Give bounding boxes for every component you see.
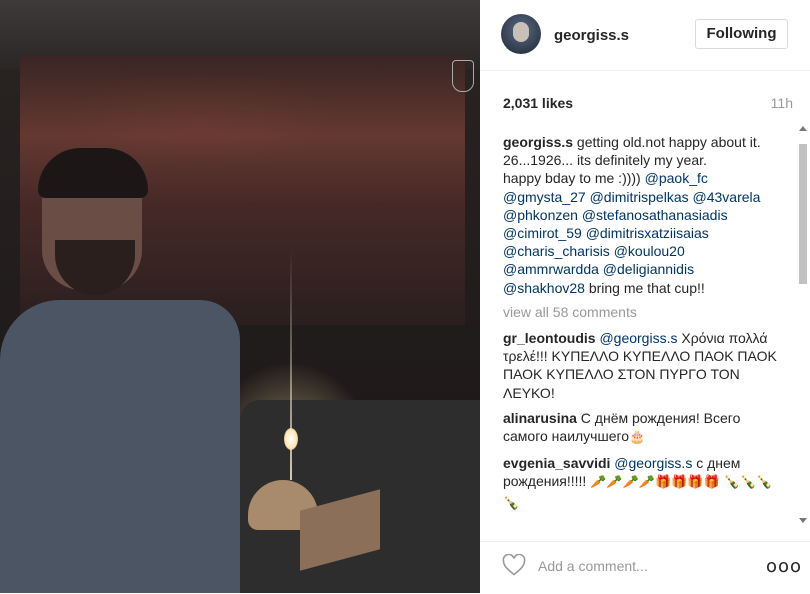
- mention-link[interactable]: @ammrwardda: [503, 261, 599, 277]
- candle-flame-icon: [284, 428, 298, 450]
- mention-link[interactable]: @deligiannidis: [603, 261, 694, 277]
- mention-link[interactable]: @phkonzen: [503, 207, 578, 223]
- view-all-comments-link[interactable]: view all 58 comments: [503, 303, 778, 321]
- avatar[interactable]: [501, 14, 541, 54]
- heart-icon[interactable]: [502, 554, 526, 576]
- mention-link[interactable]: @dimitrisxatziisaias: [586, 225, 709, 241]
- more-icon[interactable]: ooo: [766, 556, 802, 577]
- mention-link[interactable]: @shakhov28: [503, 280, 585, 296]
- mention-link[interactable]: @georgiss.s: [614, 455, 692, 471]
- mention-link[interactable]: @cimirot_59: [503, 225, 582, 241]
- mention-link[interactable]: @stefanosathanasiadis: [582, 207, 728, 223]
- comment-username[interactable]: gr_leontoudis: [503, 330, 596, 346]
- post-time[interactable]: 11h: [771, 95, 793, 111]
- comment-item: gr_leontoudis @georgiss.s Χρόνια πολλά τ…: [503, 329, 778, 402]
- comment-item: alinarusina С днём рождения! Всего самог…: [503, 409, 778, 447]
- caption-text-1: getting old.not happy about it.: [573, 134, 761, 150]
- mention-link[interactable]: @gmysta_27: [503, 189, 586, 205]
- caption-text-2: 26...1926... its definitely my year.: [503, 152, 707, 169]
- post-header: georgiss.s Following: [480, 0, 810, 71]
- scroll-up-icon[interactable]: [799, 126, 807, 131]
- caption: georgiss.s getting old.not happy about i…: [503, 133, 778, 297]
- mention-link[interactable]: @charis_charisis: [503, 243, 610, 259]
- comment-item: evgenia_savvidi @georgiss.s с днем рожде…: [503, 454, 778, 513]
- mention-link[interactable]: @dimitrispelkas: [590, 189, 689, 205]
- comments-list[interactable]: georgiss.s getting old.not happy about i…: [503, 133, 778, 528]
- post-panel: georgiss.s Following 2,031 likes 11h geo…: [480, 0, 810, 593]
- mention-link[interactable]: @paok_fc: [645, 170, 708, 186]
- comment-box: ooo: [480, 541, 810, 594]
- mention-link[interactable]: @georgiss.s: [599, 330, 677, 346]
- likes-row: 2,031 likes 11h: [503, 95, 793, 111]
- crest-icon: [452, 60, 474, 92]
- post-photo[interactable]: [0, 0, 480, 593]
- comment-username[interactable]: evgenia_savvidi: [503, 455, 610, 471]
- caption-tail: bring me that cup!!: [584, 279, 705, 296]
- caption-username[interactable]: georgiss.s: [503, 134, 573, 150]
- likes-count[interactable]: 2,031 likes: [503, 95, 573, 111]
- photo-shirt: [0, 300, 240, 593]
- comments-scrollbar[interactable]: [797, 126, 809, 526]
- comment-input[interactable]: [536, 554, 740, 578]
- scroll-thumb[interactable]: [799, 144, 807, 284]
- following-button[interactable]: Following: [695, 19, 788, 49]
- mention-link[interactable]: @koulou20: [614, 243, 685, 259]
- post-username[interactable]: georgiss.s: [554, 27, 629, 44]
- cake-emoji-icon: 🎂: [629, 430, 646, 446]
- scroll-down-icon[interactable]: [799, 518, 807, 523]
- caption-text-3: happy bday to me :)))): [503, 170, 645, 187]
- mention-link[interactable]: @43varela: [693, 189, 761, 205]
- comment-username[interactable]: alinarusina: [503, 410, 577, 426]
